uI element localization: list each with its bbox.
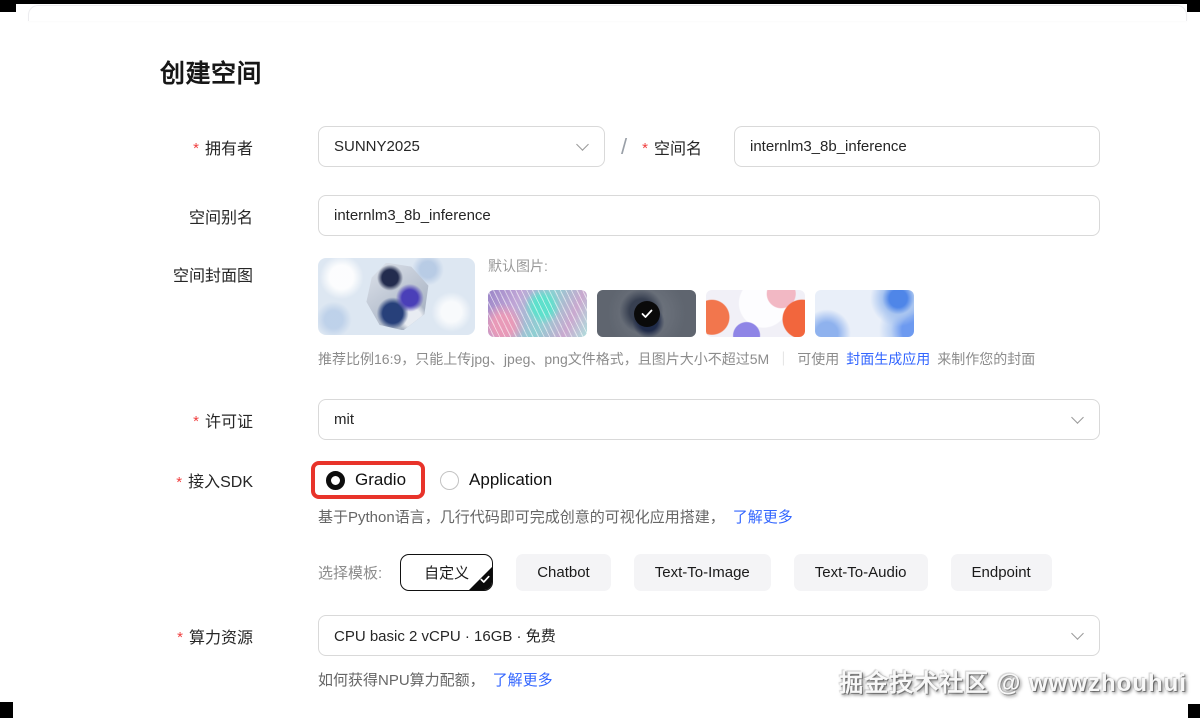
- template-button-chatbot-label: Chatbot: [537, 564, 590, 581]
- template-buttons: 自定义 Chatbot Text-To-Image Text-To-Audio …: [400, 554, 1052, 591]
- radio-selected-icon: [326, 470, 345, 490]
- alias-controls: [318, 195, 1100, 236]
- owner-select-value: SUNNY2025: [334, 138, 420, 155]
- space-name-label-wrap: * 空间名: [642, 135, 702, 159]
- required-marker: *: [193, 140, 199, 157]
- license-select-value: mit: [334, 411, 354, 428]
- sdk-radio-gradio-label: Gradio: [355, 470, 407, 489]
- video-frame-top-bar: [0, 0, 1200, 4]
- template-button-custom-label: 自定义: [424, 565, 470, 582]
- selected-check-icon: [633, 300, 660, 327]
- required-marker: *: [176, 473, 183, 491]
- sdk-hint-row: 基于Python语言，几行代码即可完成创意的可视化应用搭建， 了解更多: [160, 506, 1100, 527]
- sdk-radio-application-label: Application: [469, 470, 553, 489]
- cover-controls: 默认图片: 推荐比例16:9，只能上传jpg、jpeg、png文件格式，且图片大…: [318, 258, 1100, 369]
- cover-thumbnail-waves[interactable]: [488, 290, 587, 337]
- owner-label-wrap: * 拥有者: [160, 135, 253, 159]
- cover-row: 空间封面图 默认图片: 推荐比例16:9，只能上传jpg、jpeg、png文件格…: [160, 258, 1100, 369]
- sdk-label: 接入SDK: [188, 474, 253, 491]
- template-button-custom[interactable]: 自定义: [400, 554, 494, 591]
- space-name-label: 空间名: [653, 140, 702, 158]
- license-row: * 许可证 mit: [160, 399, 1100, 440]
- cover-thumbnail-crystal-selected[interactable]: [597, 290, 696, 337]
- owner-row: * 拥有者 SUNNY2025 / * 空间名: [160, 126, 1100, 167]
- owner-select[interactable]: SUNNY2025: [318, 126, 605, 167]
- cover-generator-link[interactable]: 封面生成应用: [846, 349, 930, 369]
- required-marker: *: [177, 629, 183, 646]
- sdk-controls: Gradio Application: [311, 461, 1100, 499]
- create-space-page: 创建空间 * 拥有者 SUNNY2025 / * 空间名 空间别名: [160, 0, 1100, 718]
- watermark: 掘金技术社区 @ wwwzhouhui: [839, 670, 1187, 697]
- cover-hint-suffix: 来制作您的封面: [937, 351, 1036, 367]
- owner-label: 拥有者: [204, 140, 253, 158]
- default-images-label: 默认图片:: [488, 258, 548, 274]
- license-label-wrap: * 许可证: [160, 408, 253, 432]
- default-images-block: 默认图片:: [488, 258, 914, 337]
- alias-row: 空间别名: [160, 195, 1100, 236]
- template-button-endpoint-label: Endpoint: [971, 564, 1031, 581]
- cover-thumbnail-swirls[interactable]: [815, 290, 914, 337]
- compute-select[interactable]: CPU basic 2 vCPU · 16GB · 免费: [318, 615, 1100, 656]
- template-label: 选择模板:: [318, 565, 383, 582]
- sdk-learn-more-link[interactable]: 了解更多: [733, 506, 793, 527]
- template-button-chatbot[interactable]: Chatbot: [516, 554, 611, 591]
- template-button-text-to-audio-label: Text-To-Audio: [814, 564, 907, 581]
- template-button-text-to-image[interactable]: Text-To-Image: [633, 554, 771, 591]
- sdk-radio-gradio[interactable]: Gradio: [326, 470, 406, 490]
- cover-hint-prefix: 可使用: [797, 351, 840, 367]
- hint-divider: ｜: [776, 351, 791, 367]
- space-name-input[interactable]: [733, 126, 1100, 167]
- frame-corner-mark: [0, 702, 13, 718]
- cover-preview-crystal: [366, 262, 429, 331]
- cover-hint: 推荐比例16:9，只能上传jpg、jpeg、png文件格式，且图片大小不超过5M…: [318, 349, 1035, 369]
- template-button-text-to-audio[interactable]: Text-To-Audio: [793, 554, 928, 591]
- compute-select-value: CPU basic 2 vCPU · 16GB · 免费: [334, 628, 556, 645]
- page-title: 创建空间: [160, 60, 263, 88]
- compute-controls: CPU basic 2 vCPU · 16GB · 免费: [318, 615, 1100, 656]
- check-icon: [480, 571, 490, 588]
- npu-hint-text: 如何获得NPU算力配额，: [318, 672, 485, 689]
- chevron-down-icon: [576, 137, 589, 151]
- sdk-row: * 接入SDK Gradio Application: [160, 461, 1100, 499]
- required-marker: *: [193, 413, 199, 430]
- cover-label: 空间封面图: [172, 268, 253, 285]
- required-marker: *: [642, 140, 648, 157]
- frame-corner-mark: [1187, 0, 1200, 12]
- sdk-hint-text: 基于Python语言，几行代码即可完成创意的可视化应用搭建，: [318, 509, 725, 526]
- license-controls: mit: [318, 399, 1100, 440]
- cover-hint-text: 推荐比例16:9，只能上传jpg、jpeg、png文件格式，且图片大小不超过5M: [318, 351, 770, 367]
- cover-thumbnail-circles[interactable]: [706, 290, 805, 337]
- frame-corner-mark: [1188, 704, 1200, 718]
- cover-preview-image[interactable]: [318, 258, 475, 335]
- cover-wrap: 默认图片: 推荐比例16:9，只能上传jpg、jpeg、png文件格式，且图片大…: [318, 258, 1035, 369]
- template-controls: 选择模板: 自定义 Chatbot Text-To-Image Text-To-…: [318, 554, 1100, 591]
- sdk-label-wrap: * 接入SDK: [160, 468, 253, 492]
- template-row: 选择模板: 自定义 Chatbot Text-To-Image Text-To-…: [160, 554, 1100, 591]
- compute-label: 算力资源: [188, 629, 253, 647]
- path-separator: /: [621, 133, 628, 159]
- sdk-radio-application[interactable]: Application: [440, 470, 552, 490]
- owner-controls: SUNNY2025 / * 空间名: [318, 126, 1100, 167]
- compute-row: * 算力资源 CPU basic 2 vCPU · 16GB · 免费: [160, 615, 1100, 656]
- license-select[interactable]: mit: [318, 399, 1100, 440]
- frame-corner-mark: [0, 0, 16, 12]
- cover-top: 默认图片:: [318, 258, 1035, 337]
- alias-input[interactable]: [318, 195, 1100, 236]
- alias-label: 空间别名: [188, 209, 253, 227]
- annotation-highlight-box: Gradio: [311, 461, 426, 499]
- cover-thumbnail-row: [488, 290, 914, 337]
- sdk-hint: 基于Python语言，几行代码即可完成创意的可视化应用搭建， 了解更多: [318, 506, 1100, 527]
- license-label: 许可证: [204, 413, 253, 431]
- chevron-down-icon: [1071, 626, 1084, 640]
- chevron-down-icon: [1071, 410, 1084, 424]
- cover-label-wrap: 空间封面图: [160, 262, 253, 286]
- template-button-endpoint[interactable]: Endpoint: [950, 554, 1052, 591]
- npu-learn-more-link[interactable]: 了解更多: [493, 669, 553, 690]
- compute-label-wrap: * 算力资源: [160, 624, 253, 648]
- alias-label-wrap: 空间别名: [160, 204, 253, 228]
- radio-unselected-icon: [440, 470, 460, 490]
- template-button-text-to-image-label: Text-To-Image: [654, 564, 750, 581]
